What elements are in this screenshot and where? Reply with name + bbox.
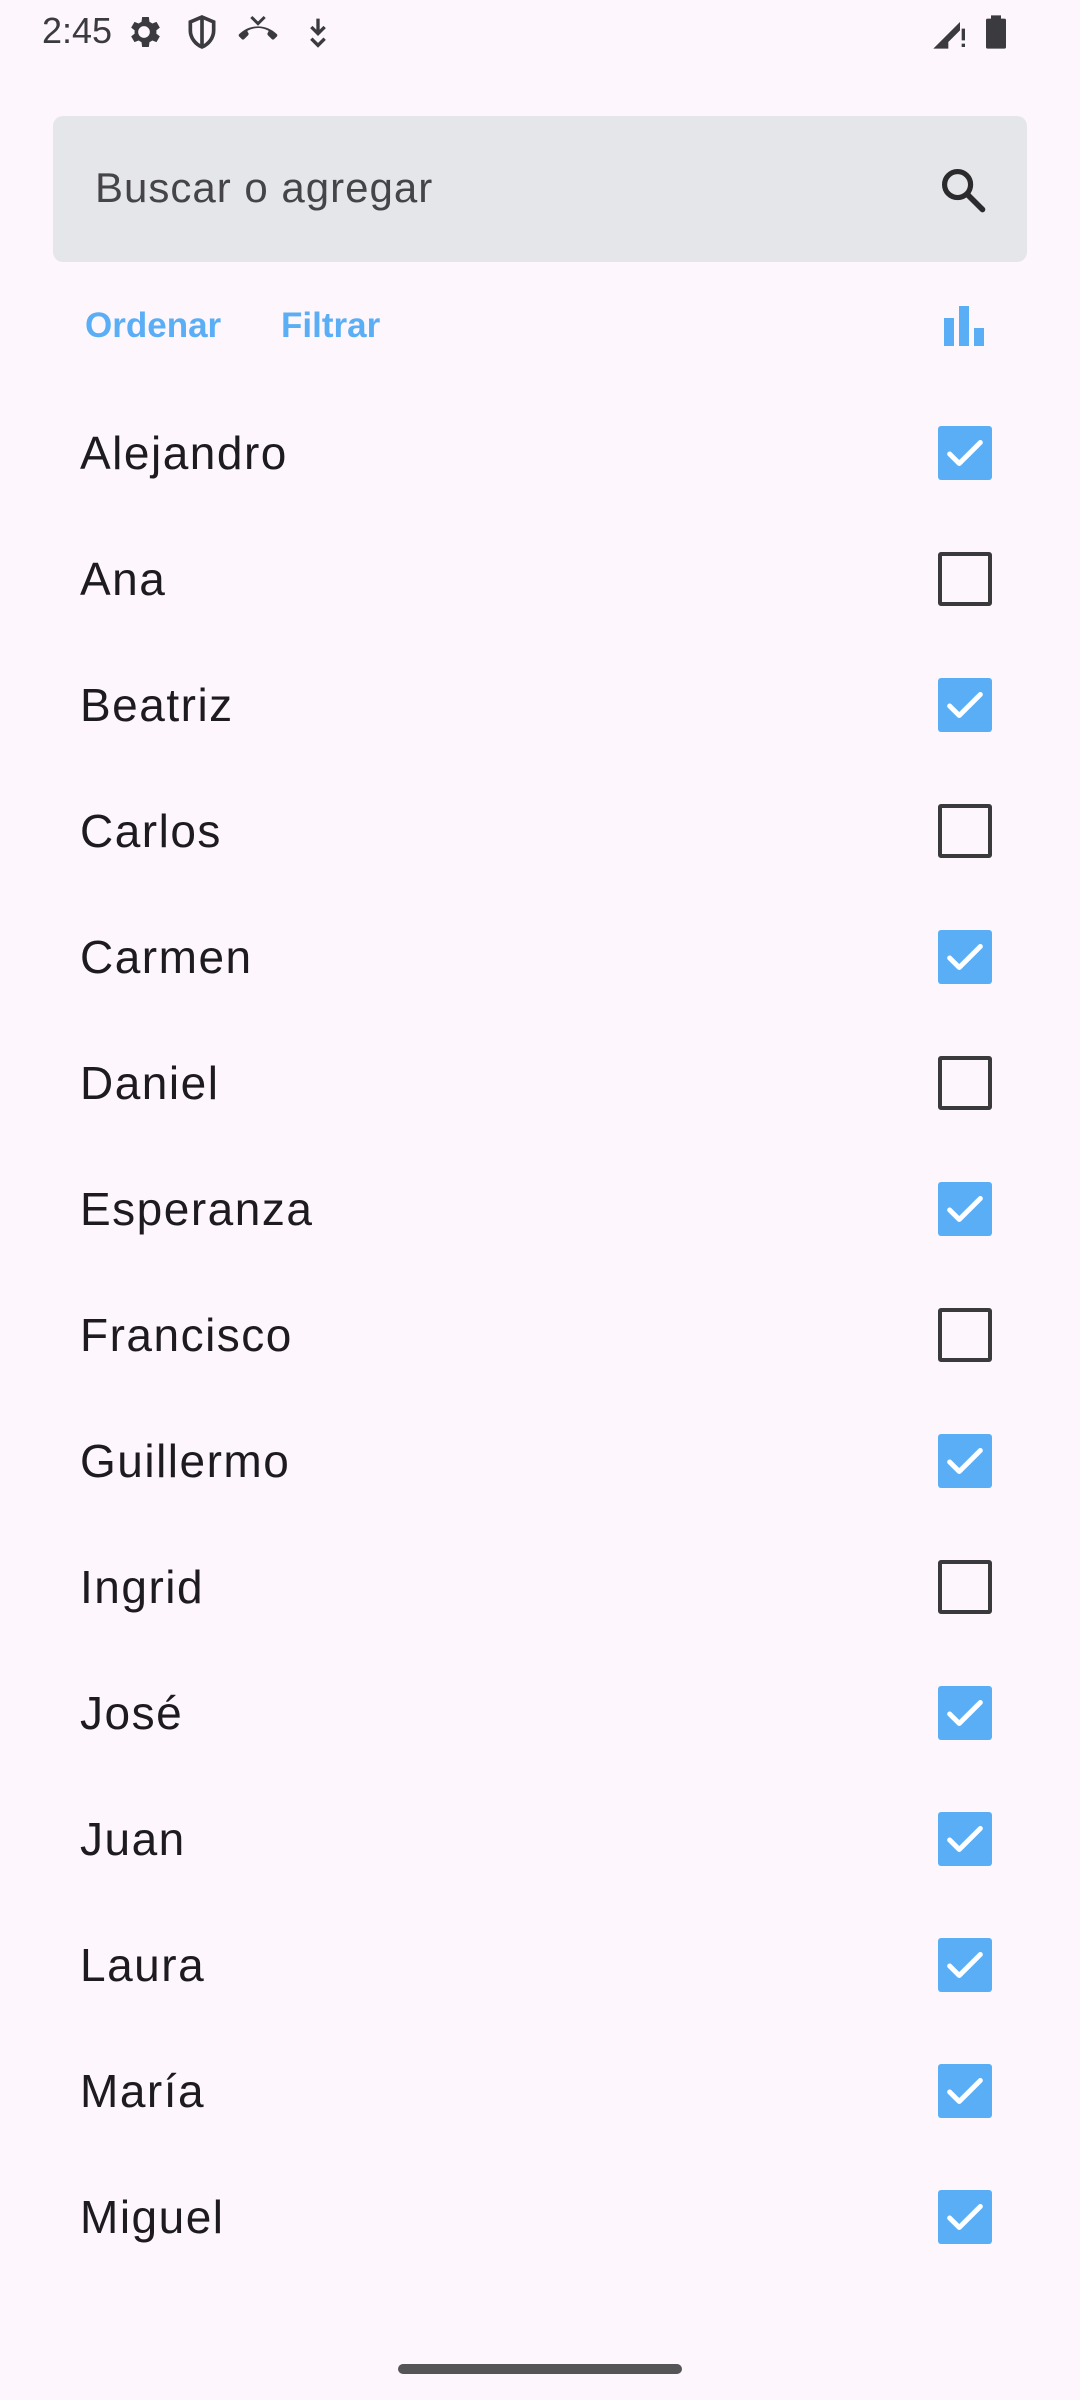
list-item-label: Beatriz: [80, 679, 234, 731]
sort-button[interactable]: Ordenar: [85, 306, 221, 346]
status-time: 2:45: [42, 10, 113, 51]
list-item[interactable]: Daniel: [0, 1020, 1080, 1146]
list-item-label: Juan: [80, 1813, 186, 1865]
filter-button[interactable]: Filtrar: [281, 306, 380, 346]
shield-icon: [188, 15, 216, 49]
list-item-label: José: [80, 1687, 184, 1739]
checkmark-icon: [947, 1699, 983, 1727]
battery-icon: [986, 15, 1006, 49]
checkbox-checked[interactable]: [938, 1434, 992, 1488]
search-input[interactable]: Buscar o agregar: [95, 164, 433, 212]
gear-icon: [131, 17, 160, 47]
list-item[interactable]: Alejandro: [0, 390, 1080, 516]
list-item[interactable]: Miguel: [0, 2154, 1080, 2280]
search-icon[interactable]: [937, 164, 989, 216]
checkmark-icon: [947, 2077, 983, 2105]
checkbox-checked[interactable]: [938, 1938, 992, 1992]
checkbox-checked[interactable]: [938, 1812, 992, 1866]
checkmark-icon: [947, 1825, 983, 1853]
checkbox-unchecked[interactable]: [938, 1560, 992, 1614]
list-item-label: Miguel: [80, 2191, 225, 2243]
list-item[interactable]: María: [0, 2028, 1080, 2154]
list-item-label: Ana: [80, 553, 167, 605]
checkmark-icon: [947, 943, 983, 971]
checkmark-icon: [947, 2203, 983, 2231]
list-item[interactable]: Ana: [0, 516, 1080, 642]
checkbox-checked[interactable]: [938, 930, 992, 984]
checkmark-icon: [947, 691, 983, 719]
bar-chart-icon[interactable]: [940, 302, 988, 350]
checkmark-icon: [947, 1195, 983, 1223]
checkbox-unchecked[interactable]: [938, 552, 992, 606]
checkbox-checked[interactable]: [938, 1182, 992, 1236]
status-bar: 2:45: [0, 0, 1080, 64]
list-item[interactable]: Laura: [0, 1902, 1080, 2028]
checkbox-checked[interactable]: [938, 1686, 992, 1740]
list-item-label: Ingrid: [80, 1561, 205, 1613]
list-item-label: Alejandro: [80, 427, 288, 479]
list-item[interactable]: Carmen: [0, 894, 1080, 1020]
list-item[interactable]: José: [0, 1650, 1080, 1776]
list-item-label: Carmen: [80, 931, 253, 983]
home-indicator[interactable]: [398, 2364, 682, 2374]
checkbox-unchecked[interactable]: [938, 1308, 992, 1362]
list-item[interactable]: Beatriz: [0, 642, 1080, 768]
checkbox-checked[interactable]: [938, 2190, 992, 2244]
list-item-label: Francisco: [80, 1309, 293, 1361]
list-item[interactable]: Carlos: [0, 768, 1080, 894]
list-item-label: Daniel: [80, 1057, 220, 1109]
name-list: Alejandro Ana Beatriz Carlos Carmen Daniel Esp…: [0, 390, 1080, 2280]
list-item-label: María: [80, 2065, 206, 2117]
list-item-label: Guillermo: [80, 1435, 291, 1487]
checkbox-unchecked[interactable]: [938, 804, 992, 858]
list-item-label: Carlos: [80, 805, 222, 857]
checkbox-unchecked[interactable]: [938, 1056, 992, 1110]
checkmark-icon: [947, 1951, 983, 1979]
list-item-label: Laura: [80, 1939, 206, 1991]
download-icon: [310, 18, 326, 48]
signal-icon: [933, 22, 965, 49]
list-item[interactable]: Guillermo: [0, 1398, 1080, 1524]
list-item-label: Esperanza: [80, 1183, 314, 1235]
checkbox-checked[interactable]: [938, 426, 992, 480]
checkmark-icon: [947, 439, 983, 467]
list-item[interactable]: Juan: [0, 1776, 1080, 1902]
search-bar[interactable]: Buscar o agregar: [53, 116, 1027, 262]
checkmark-icon: [947, 1447, 983, 1475]
list-item[interactable]: Francisco: [0, 1272, 1080, 1398]
missed-call-icon: [238, 15, 278, 40]
checkbox-checked[interactable]: [938, 678, 992, 732]
list-item[interactable]: Esperanza: [0, 1146, 1080, 1272]
checkbox-checked[interactable]: [938, 2064, 992, 2118]
list-item[interactable]: Ingrid: [0, 1524, 1080, 1650]
